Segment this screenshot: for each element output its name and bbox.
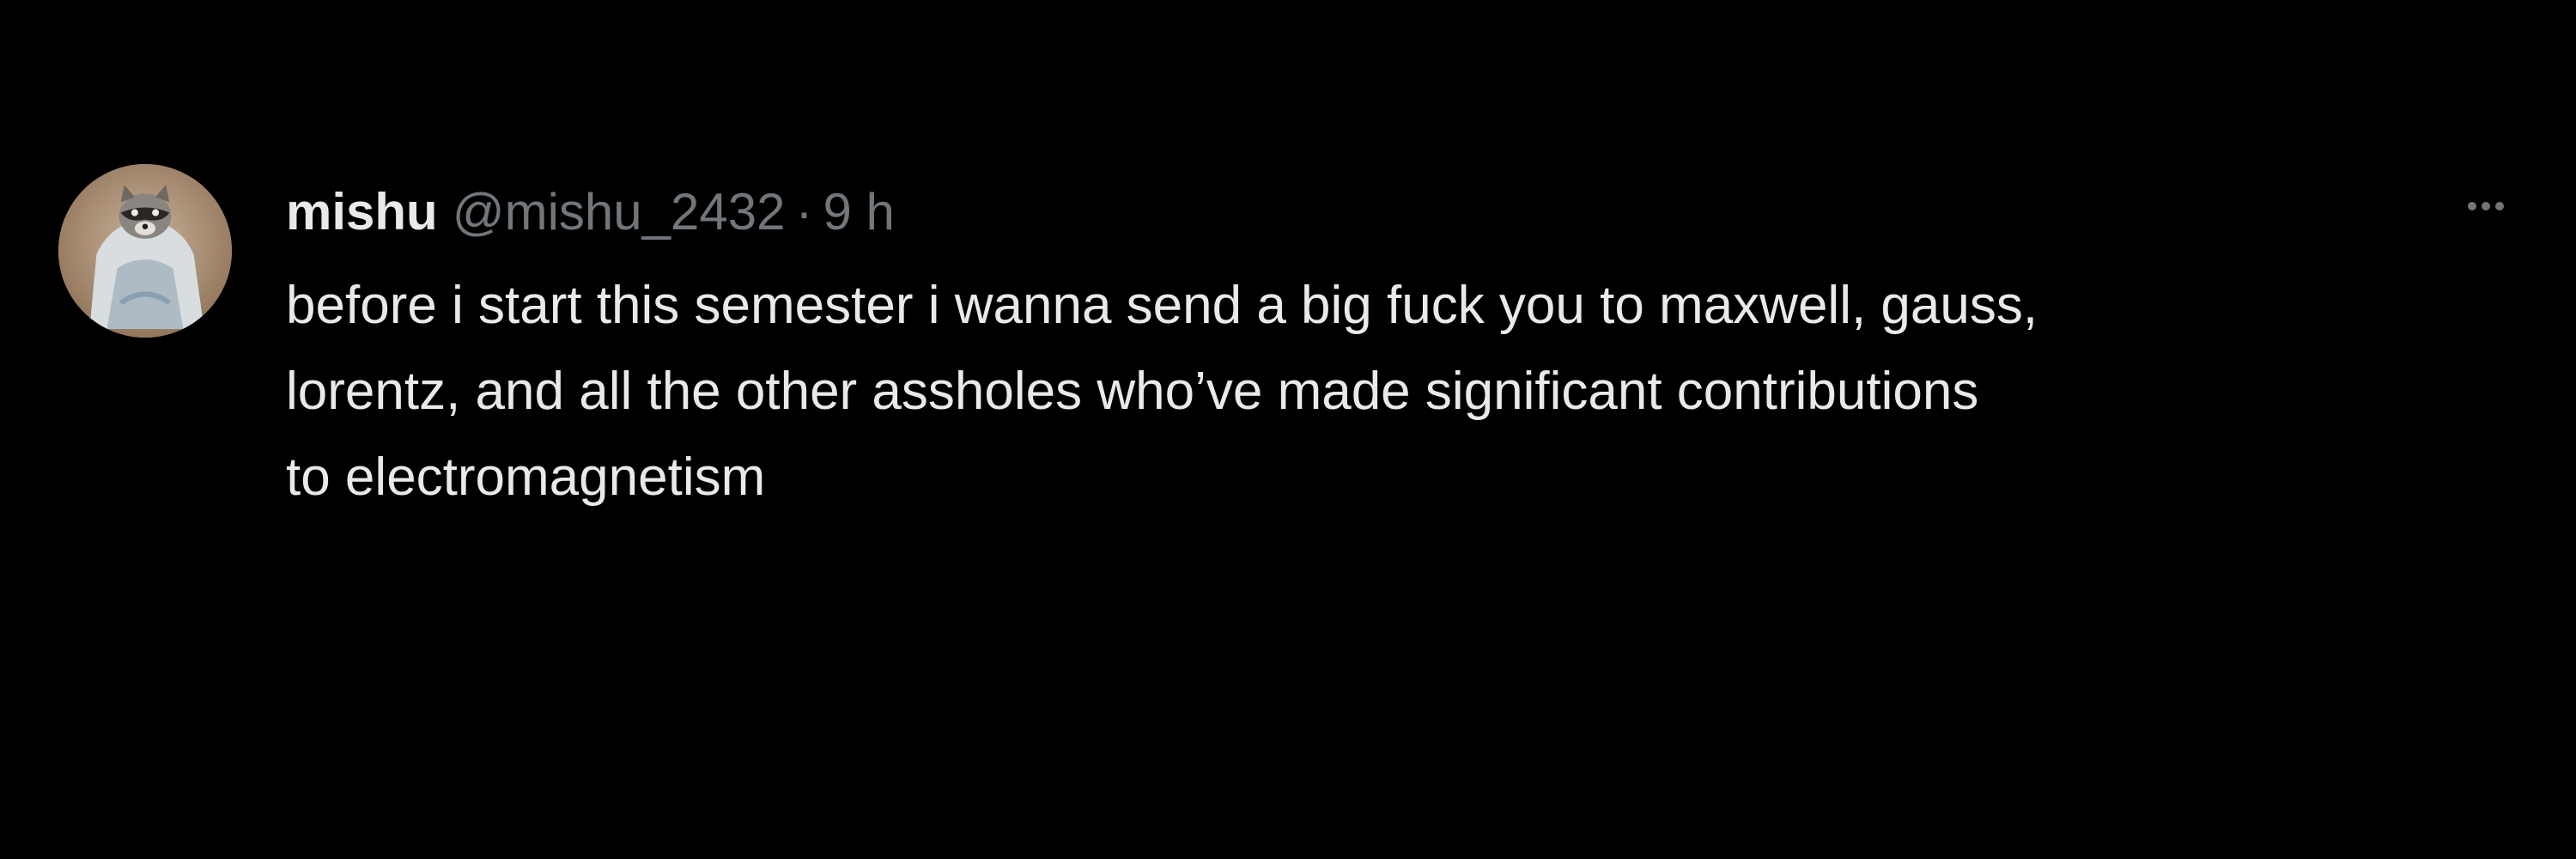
- timestamp[interactable]: 9 h: [823, 182, 895, 241]
- avatar[interactable]: [58, 164, 232, 338]
- tweet[interactable]: mishu @mishu_2432 · 9 h before i start t…: [0, 0, 2576, 859]
- tweet-text-line: before i start this semester i wanna sen…: [286, 276, 2038, 335]
- tweet-text-line: to electromagnetism: [286, 448, 766, 507]
- user-handle[interactable]: @mishu_2432: [453, 182, 786, 241]
- tweet-header: mishu @mishu_2432 · 9 h: [286, 168, 895, 254]
- more-options-button[interactable]: [2439, 172, 2533, 241]
- separator: ·: [795, 182, 813, 241]
- display-name[interactable]: mishu: [286, 182, 438, 241]
- tweet-text-line: lorentz, and all the other assholes who’…: [286, 362, 1979, 421]
- tweet-text: before i start this semester i wanna sen…: [286, 263, 2518, 521]
- raccoon-avatar-icon: [58, 164, 232, 338]
- more-options-icon: [2468, 202, 2504, 210]
